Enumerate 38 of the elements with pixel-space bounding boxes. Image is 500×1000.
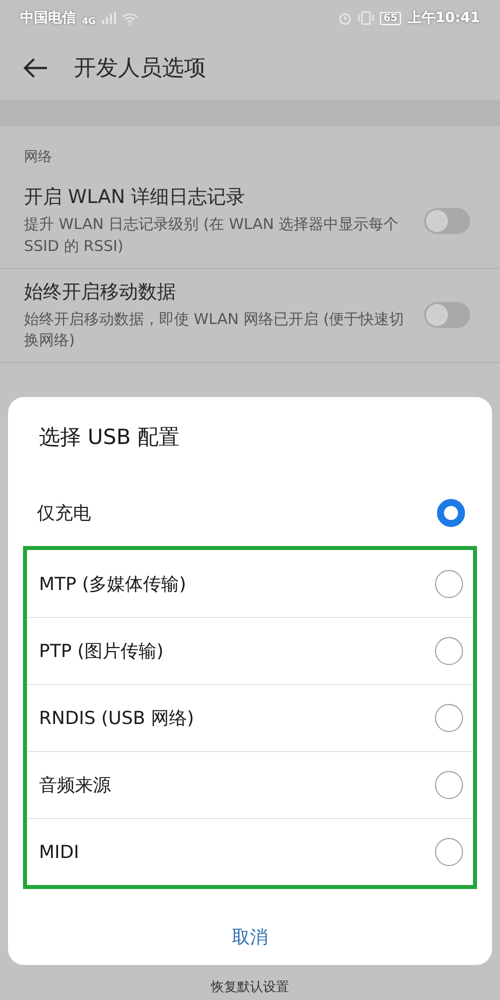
reset-defaults-label[interactable]: 恢复默认设置 <box>211 978 289 996</box>
alarm-icon <box>338 11 352 25</box>
radio-button[interactable] <box>437 498 465 526</box>
vibrate-icon <box>358 11 374 25</box>
option-row[interactable]: RNDIS (USB 网络) <box>27 684 473 751</box>
radio-button[interactable] <box>435 771 463 799</box>
option-label: 仅充电 <box>37 502 91 524</box>
wifi-icon <box>122 12 138 24</box>
option-label: MIDI <box>39 842 80 862</box>
radio-button[interactable] <box>435 704 463 732</box>
cancel-button[interactable]: 取消 <box>212 915 288 959</box>
option-row[interactable]: MTP (多媒体传输) <box>27 550 473 617</box>
radio-button[interactable] <box>435 570 463 598</box>
carrier-name: 中国电信 <box>20 9 76 27</box>
back-arrow-icon[interactable] <box>22 57 48 79</box>
setting-title: 始终开启移动数据 <box>24 280 177 304</box>
page-title: 开发人员选项 <box>74 55 206 83</box>
option-row[interactable]: MIDI <box>27 818 473 885</box>
option-label: PTP (图片传输) <box>39 640 164 663</box>
toggle-switch[interactable] <box>424 208 470 234</box>
section-title: 网络 <box>23 148 53 167</box>
option-label: MTP (多媒体传输) <box>39 572 186 596</box>
battery-level: 65 <box>380 12 402 24</box>
setting-description: 提升 WLAN 日志记录级别 (在 WLAN 选择器中显示每个 SSID 的 RSSI) <box>24 214 400 257</box>
network-type: 4G <box>82 17 96 27</box>
option-row[interactable]: PTP (图片传输) <box>27 617 473 684</box>
option-label: RNDIS (USB 网络) <box>39 707 194 730</box>
toggle-switch[interactable] <box>424 302 470 328</box>
radio-button[interactable] <box>435 637 463 665</box>
clock-time: 上午10:41 <box>407 9 480 27</box>
radio-button[interactable] <box>435 838 463 866</box>
setting-description: 始终开启移动数据，即使 WLAN 网络已开启 (便于快速切换网络) <box>24 308 406 352</box>
option-row[interactable]: 仅充电 <box>25 479 475 546</box>
option-row[interactable]: 音频来源 <box>27 751 473 818</box>
signal-icon <box>102 12 116 24</box>
option-label: 音频来源 <box>39 774 111 797</box>
dialog-title: 选择 USB 配置 <box>38 424 180 451</box>
setting-title: 开启 WLAN 详细日志记录 <box>24 185 246 210</box>
